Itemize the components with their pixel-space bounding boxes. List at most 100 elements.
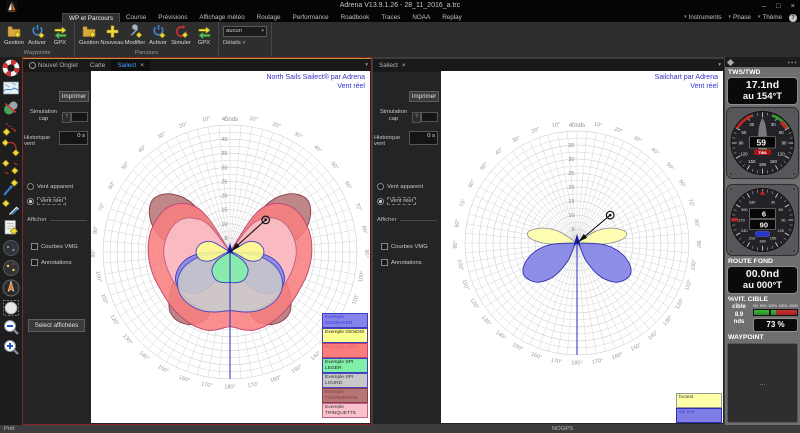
close-icon[interactable]: × [402,62,406,69]
menu-instruments[interactable]: ▾Instruments [684,13,721,22]
activer-button[interactable]: Activer [26,23,48,46]
close-icon[interactable]: × [140,62,144,69]
menu-tab-affichage-m-t-o[interactable]: Affichage météo [193,13,250,22]
radio-vent-apparent[interactable]: Vent apparent [27,183,73,190]
menu-dots-icon[interactable] [787,61,797,64]
menu-tab-roadbook[interactable]: Roadbook [335,13,376,22]
sidebar-tool-wp-goto-icon[interactable] [2,179,20,197]
historique-vent-input[interactable]: 0 s [59,131,88,145]
legend-item-exemple-spi-lourd[interactable]: Exemple SPI LOURD [322,373,368,388]
menu-tab-routage[interactable]: Routage [251,13,287,22]
gpx-button[interactable]: GPX [49,23,71,46]
menu-tab-replay[interactable]: Replay [436,13,468,22]
chevron-down-icon: ▾ [243,40,246,46]
radio-vent-reel[interactable]: Vent réel [27,197,66,205]
legend-item-exemple-trinquette[interactable]: Exemple TRINQUETTE [322,403,368,418]
sidebar-tool-wp-edit-icon[interactable] [2,199,20,217]
status-bar: Prêt NOGPS [0,425,800,433]
checkbox-annotations[interactable]: Annotations [31,259,72,266]
sidebar-tool-gpx-doc-icon[interactable] [2,219,20,237]
svg-text:180°: 180° [571,361,582,367]
legend-item-exemple-gennaker[interactable]: Exemple GENNAKER [322,313,368,328]
menu-tab-noaa[interactable]: NOAA [406,13,436,22]
help-button[interactable]: ? [412,112,421,123]
menu-th-me[interactable]: ▾Thème [758,13,782,22]
legend-item-exemple-spi-leger[interactable]: Exemple SPI LEGER [322,358,368,373]
panel-tab-label: Sailect [117,62,136,69]
checkbox-courbes-vmg[interactable]: Courbes VMG [381,243,428,250]
svg-text:40°: 40° [312,144,322,154]
status-gps: NOGPS [552,426,573,432]
radio-vent-reel[interactable]: Vent réel [377,197,416,205]
svg-text:80°: 80° [454,219,461,228]
nouveau-button[interactable]: Nouveau [101,23,123,46]
simulation-cap-input[interactable] [71,112,88,122]
svg-text:90: 90 [739,141,744,146]
plus-icon [105,24,120,39]
imprimer-button[interactable]: Imprimer [59,91,89,102]
help-button[interactable]: ? [62,112,71,123]
activer-button[interactable]: Activer [147,23,169,46]
wind-angle-gauge: 30306060909012012015015018059TWA [726,107,799,179]
ribbon-select[interactable]: aucun ▾ [223,26,267,37]
sidebar-tool-scan2-icon[interactable] [2,259,20,277]
svg-text:20: 20 [568,185,574,191]
sidebar-tool-zoom-in-icon[interactable] [2,339,20,357]
sidebar-tool-select-circle-icon[interactable] [2,299,20,317]
checkbox-icon [381,259,388,266]
sidebar-tool-map-icon[interactable] [2,79,20,97]
zoom-out-icon [2,319,20,337]
menu-tab-pr-visions[interactable]: Prévisions [152,13,193,22]
sidebar-tool-routing-icon[interactable] [2,99,20,117]
power-icon [151,24,166,39]
radio-vent-apparent[interactable]: Vent apparent [377,183,423,190]
modifier-button[interactable]: Modifier [124,23,146,46]
sidebar-tool-lifebuoy-icon[interactable] [2,59,20,77]
legend-item-exemple-tourmentin[interactable]: Exemple TOURMENTIN [322,388,368,403]
historique-vent-input[interactable]: 0 s [409,131,438,145]
gestion-button[interactable]: Gestion [3,23,25,46]
legend-item-spi-test[interactable]: spi test [676,408,722,423]
select-affichees-button[interactable]: Select affichées [28,319,85,332]
simuler-button[interactable]: Simuler [170,23,192,46]
simulation-cap-input[interactable] [421,112,438,122]
tab-overflow-icon[interactable]: ▾ [365,62,368,68]
sidebar-tool-wp-curve-icon[interactable] [2,139,20,157]
checkbox-label: Annotations [391,260,422,266]
instrument-settings-icon[interactable] [727,58,734,65]
close-button[interactable]: × [791,1,795,10]
svg-text:30: 30 [771,122,776,127]
svg-text:150°: 150° [157,364,170,375]
legend-item-exemple-genois[interactable]: Exemple GENOIS [322,328,368,343]
scan1-icon [2,239,20,257]
gpx-doc-icon [2,219,20,237]
checkbox-courbes-vmg[interactable]: Courbes VMG [31,243,78,250]
sidebar-tool-wp-pair-icon[interactable] [2,159,20,177]
legend-item-exemple-orc[interactable]: Exemple ORC [322,343,368,358]
legend-item-foctest[interactable]: foctest [676,393,722,408]
gestion-button[interactable]: Gestion [78,23,100,46]
minimize-button[interactable]: – [762,1,766,10]
help-button[interactable]: ? [789,14,797,22]
menu-phase[interactable]: ▾Phase [729,13,751,22]
svg-text:90: 90 [782,141,787,146]
menu-tab-performance[interactable]: Performance [287,13,335,22]
sidebar-tool-compass-pointer-icon[interactable] [2,279,20,297]
svg-text:110°: 110° [99,293,108,305]
power-icon [30,24,45,39]
imprimer-button[interactable]: Imprimer [409,91,439,102]
maximize-button[interactable]: □ [776,1,781,10]
svg-text:300: 300 [741,207,748,212]
details-dropdown[interactable]: Détails ▾ [223,40,267,46]
sidebar-tool-wp-route-icon[interactable] [2,119,20,137]
menu-tab-course[interactable]: Course [120,13,152,22]
menu-tab-traces[interactable]: Traces [375,13,406,22]
menu-tab-wp-et-parcours[interactable]: WP et Parcours [62,13,120,22]
simulation-cap-label: Simulation cap [378,109,409,122]
gpx-button[interactable]: GPX [193,23,215,46]
sidebar-tool-scan1-icon[interactable] [2,239,20,257]
tab-overflow-icon[interactable]: ▾ [718,62,721,68]
sidebar-tool-zoom-out-icon[interactable] [2,319,20,337]
checkbox-annotations[interactable]: Annotations [381,259,422,266]
svg-text:130°: 130° [121,333,133,346]
